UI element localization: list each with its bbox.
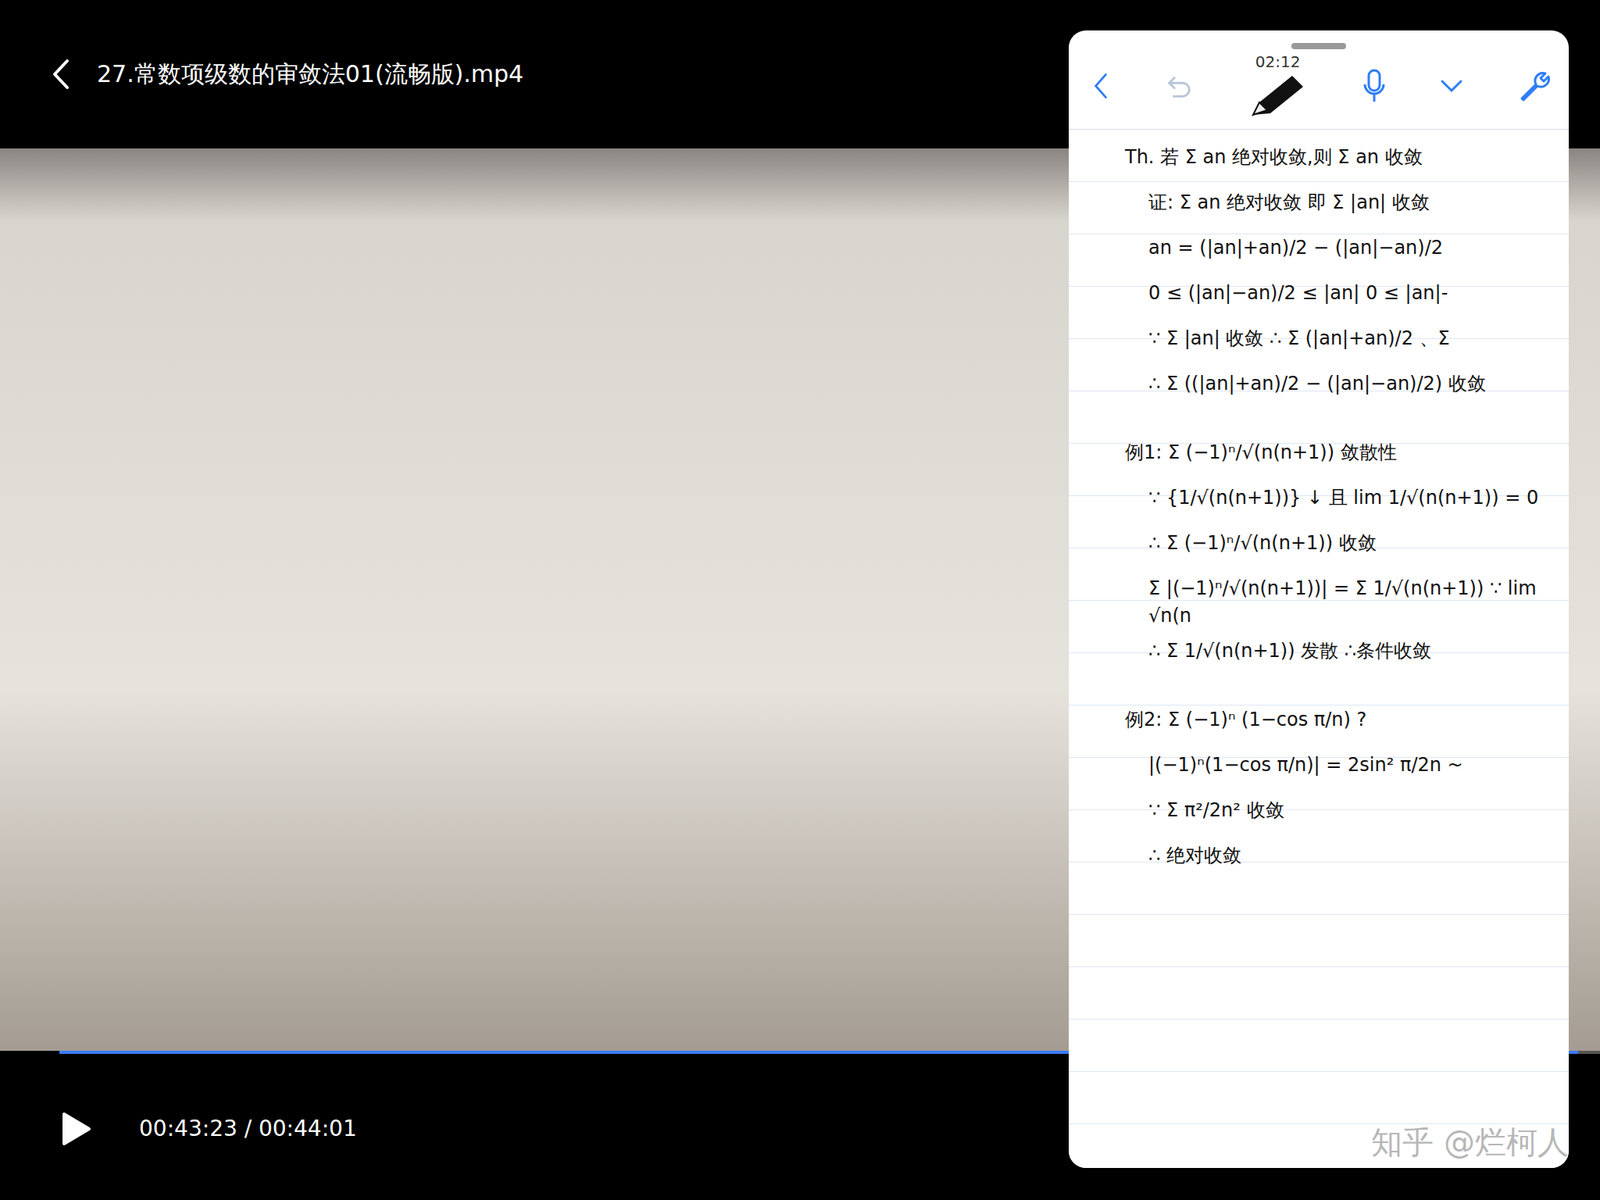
note-line: ∴ Σ 1/√(n(n+1)) 发散 ∴条件收敛	[1125, 637, 1557, 675]
note-line: 例1: Σ (−1)ⁿ/√(n(n+1)) 敛散性	[1125, 439, 1557, 477]
note-line: ∵ Σ |an| 收敛 ∴ Σ (|an|+an)/2 、Σ	[1125, 325, 1557, 363]
note-section: 例1: Σ (−1)ⁿ/√(n(n+1)) 敛散性 ∵ {1/√(n(n+1))}…	[1125, 439, 1557, 675]
note-line: ∴ Σ ((|an|+an)/2 − (|an|−an)/2) 收敛	[1125, 370, 1557, 408]
chevron-down-icon[interactable]	[1439, 78, 1464, 94]
note-line: 例2: Σ (−1)ⁿ (1−cos π/n) ?	[1125, 706, 1557, 744]
video-title: 27.常数项级数的审敛法01(流畅版).mp4	[96, 58, 524, 91]
note-line: ∴ Σ (−1)ⁿ/√(n(n+1)) 收敛	[1125, 529, 1557, 568]
back-arrow-icon[interactable]	[51, 58, 71, 90]
drag-handle[interactable]	[1291, 42, 1347, 50]
note-line: |(−1)ⁿ(1−cos π/n)| = 2sin² π/2n ~	[1125, 751, 1557, 790]
playback-time: 00:43:23 / 00:44:01	[139, 1115, 358, 1142]
notes-toolbar: 02:12	[1068, 49, 1569, 130]
note-line: 证: Σ an 绝对收敛 即 Σ |an| 收敛	[1125, 189, 1557, 227]
note-line: ∵ {1/√(n(n+1))} ↓ 且 lim 1/√(n(n+1)) = 0	[1125, 484, 1557, 522]
note-section: 例2: Σ (−1)ⁿ (1−cos π/n) ? |(−1)ⁿ(1−cos π/…	[1125, 706, 1557, 880]
undo-icon[interactable]	[1163, 71, 1193, 101]
note-line: ∴ 绝对收敛	[1125, 842, 1557, 880]
note-page[interactable]: Th. 若 Σ an 绝对收敛,则 Σ an 收敛证: Σ an 绝对收敛 即 …	[1068, 129, 1569, 1168]
watermark: 知乎 @烂柯人	[1371, 1121, 1569, 1165]
note-line: Th. 若 Σ an 绝对收敛,则 Σ an 收敛	[1125, 143, 1557, 182]
pen-tool[interactable]: 02:12	[1246, 52, 1310, 120]
notes-panel: 02:12 Th. 若 Σ an 绝对收敛,则 Σ an 收敛证: Σ an 绝对…	[1068, 30, 1569, 1168]
note-line: ∵ Σ π²/2n² 收敛	[1125, 796, 1557, 835]
clock: 02:12	[1255, 52, 1301, 72]
pencil-icon[interactable]	[1246, 72, 1310, 120]
note-line: Σ |(−1)ⁿ/√(n(n+1))| = Σ 1/√(n(n+1)) ∵ li…	[1125, 575, 1557, 630]
video-player: 27.常数项级数的审敛法01(流畅版).mp4 00:43:23 / 00:44:…	[0, 0, 1600, 1200]
wrench-icon[interactable]	[1517, 68, 1552, 104]
back-chevron-icon[interactable]	[1092, 71, 1110, 101]
note-line: 0 ≤ (|an|−an)/2 ≤ |an| 0 ≤ |an|-	[1125, 279, 1557, 318]
microphone-icon[interactable]	[1362, 68, 1386, 104]
note-line: an = (|an|+an)/2 − (|an|−an)/2	[1125, 234, 1557, 272]
play-icon[interactable]	[60, 1110, 93, 1147]
note-section: Th. 若 Σ an 绝对收敛,则 Σ an 收敛证: Σ an 绝对收敛 即 …	[1125, 143, 1557, 408]
